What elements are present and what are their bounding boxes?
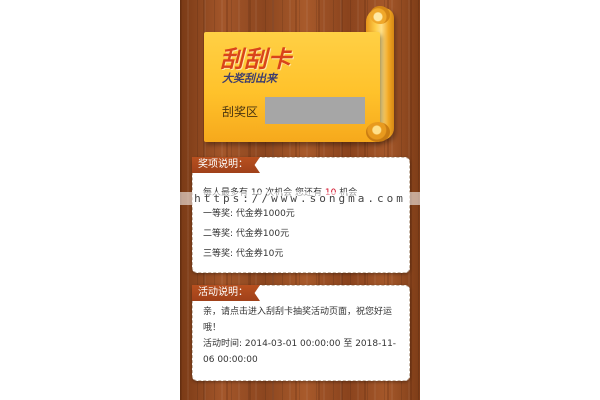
prize-second: 二等奖: 代金券100元 <box>203 229 290 239</box>
activity-time: 活动时间: 2014-03-01 00:00:00 至 2018-11-06 0… <box>203 339 397 365</box>
prize-first: 一等奖: 代金券1000元 <box>203 209 295 219</box>
activity-info-heading: 活动说明： <box>192 285 260 301</box>
scroll-curl-bottom <box>366 122 390 142</box>
activity-description: 亲，请点击进入刮刮卡抽奖活动页面，祝您好运哦！ <box>203 307 393 333</box>
card-title: 刮刮卡 <box>220 47 292 73</box>
card-subtitle: 大奖刮出来 <box>222 72 277 85</box>
scroll-curl-top <box>370 6 390 24</box>
scratch-area[interactable] <box>265 97 365 124</box>
prize-third: 三等奖: 代金券10元 <box>203 249 284 259</box>
prize-info-heading: 奖项说明： <box>192 157 260 173</box>
watermark-text: https://www.songma.com <box>180 192 420 205</box>
scratch-area-label: 刮奖区 <box>222 105 259 119</box>
